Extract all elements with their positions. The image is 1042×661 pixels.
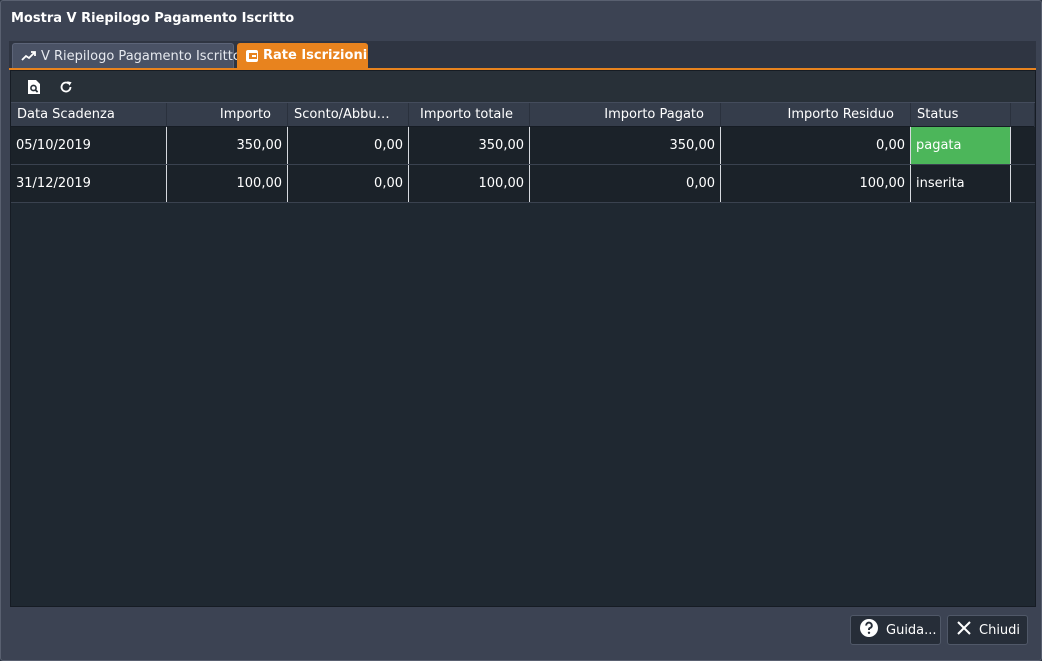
cell-importo-residuo: 100,00 [721,165,911,202]
cell-sconto: 0,00 [288,165,409,202]
help-button[interactable]: Guida... [850,615,941,645]
grid-header: Data Scadenza Importo Sconto/Abbu… Impor… [11,102,1035,127]
dialog-window: Mostra V Riepilogo Pagamento Iscritto V … [0,0,1042,661]
close-button-label: Chiudi [979,622,1021,638]
cell-importo-residuo: 0,00 [721,127,911,164]
cell-sconto: 0,00 [288,127,409,164]
cell-data-scadenza: 05/10/2019 [11,127,167,164]
document-search-icon[interactable] [25,78,43,96]
help-button-label: Guida... [886,622,937,638]
tab-riepilogo-pagamento[interactable]: V Riepilogo Pagamento Iscritto [12,43,241,68]
table-row[interactable]: 05/10/2019 350,00 0,00 350,00 350,00 0,0… [11,127,1035,165]
grid-panel: Data Scadenza Importo Sconto/Abbu… Impor… [10,70,1036,607]
rate-grid: Data Scadenza Importo Sconto/Abbu… Impor… [11,102,1035,203]
cell-importo-totale: 100,00 [409,165,530,202]
col-header-importo[interactable]: Importo [167,103,288,127]
close-icon [956,620,972,640]
cell-data-scadenza: 31/12/2019 [11,165,167,202]
cell-importo-pagato: 350,00 [530,127,721,164]
cell-importo: 100,00 [167,165,288,202]
tab-label: V Riepilogo Pagamento Iscritto [41,48,241,64]
tab-strip: V Riepilogo Pagamento Iscritto Rate Iscr… [9,41,1036,70]
trend-line-icon [21,50,37,62]
status-badge: pagata [911,127,1011,164]
col-header-status[interactable]: Status [911,103,1011,127]
col-header-spacer [1011,103,1035,127]
wallet-icon [245,49,259,63]
table-row[interactable]: 31/12/2019 100,00 0,00 100,00 0,00 100,0… [11,165,1035,203]
cell-importo-totale: 350,00 [409,127,530,164]
tab-label: Rate Iscrizioni [263,48,368,63]
tab-rate-iscrizioni[interactable]: Rate Iscrizioni [237,43,368,68]
close-button[interactable]: Chiudi [947,615,1028,645]
col-header-importo-pagato[interactable]: Importo Pagato [530,103,721,127]
col-header-sconto[interactable]: Sconto/Abbu… [288,103,409,127]
col-header-importo-residuo[interactable]: Importo Residuo [721,103,911,127]
grid-toolbar [11,71,1035,102]
status-badge: inserita [911,165,1011,202]
cell-importo-pagato: 0,00 [530,165,721,202]
col-header-importo-totale[interactable]: Importo totale [409,103,530,127]
help-icon [859,618,879,642]
col-header-data-scadenza[interactable]: Data Scadenza [11,103,167,127]
refresh-icon[interactable] [57,78,75,96]
cell-importo: 350,00 [167,127,288,164]
window-title: Mostra V Riepilogo Pagamento Iscritto [11,10,295,26]
